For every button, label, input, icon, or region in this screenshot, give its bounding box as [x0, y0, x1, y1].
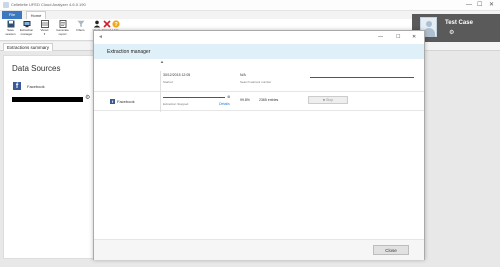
avatar-head: [426, 21, 432, 27]
tab-file[interactable]: File: [2, 11, 22, 19]
details-link[interactable]: Details: [219, 102, 230, 106]
extraction-progress-bar: [163, 97, 225, 98]
column-divider: [160, 71, 161, 91]
views-button[interactable]: Views ▾: [37, 20, 52, 41]
generate-report-button[interactable]: Generate report: [55, 20, 70, 41]
extraction-list: ▲ 30/12/2015 12:05 Started N/A Search wa…: [94, 59, 424, 239]
search-warrant-label: Search warrant number: [240, 80, 272, 84]
minimize-button[interactable]: —: [466, 1, 472, 9]
extraction-icon: [23, 21, 30, 28]
dialog-minimize-button[interactable]: —: [378, 34, 383, 40]
dialog-back-icon[interactable]: ◄: [98, 34, 103, 40]
data-source-facebook[interactable]: Facebook: [27, 84, 45, 89]
case-name: Test Case: [445, 20, 473, 26]
views-icon: [40, 20, 49, 28]
save-icon: [7, 20, 14, 28]
help-icon: ?: [111, 20, 120, 28]
app-logo-icon: [3, 2, 9, 8]
extraction-row: f Facebook ⊗ Extraction Stopped Details …: [94, 91, 424, 112]
data-sources-title: Data Sources: [12, 64, 61, 73]
dialog-titlebar: ◄ — ☐ ✕: [94, 31, 424, 44]
search-warrant-value: N/A: [240, 73, 246, 77]
dialog-title: Extraction manager: [107, 49, 151, 55]
close-window-button[interactable]: ✕: [489, 1, 494, 9]
data-source-gear-icon[interactable]: ⚙: [85, 94, 90, 101]
extraction-source: Facebook: [117, 99, 135, 104]
case-profile-panel: Test Case ⚙: [412, 14, 500, 42]
stop-extraction-button[interactable]: ■ Stop: [308, 96, 348, 104]
dialog-close-icon[interactable]: ✕: [412, 34, 416, 40]
extraction-manager-button[interactable]: Extraction manager: [19, 20, 34, 41]
extraction-manager-dialog: ◄ — ☐ ✕ Extraction manager ▲ 30/12/2015 …: [93, 30, 425, 260]
data-sources-panel: Data Sources f Facebook ⚙: [3, 55, 96, 259]
dialog-maximize-button[interactable]: ☐: [396, 34, 400, 40]
remove-extraction-icon[interactable]: ⊗: [227, 94, 230, 99]
tab-home[interactable]: Home: [26, 11, 46, 19]
dialog-header: Extraction manager: [94, 44, 424, 59]
extraction-percent: 99.8%: [240, 98, 250, 102]
extraction-progress-bar: [310, 77, 414, 78]
filters-button[interactable]: Filters: [73, 20, 88, 41]
scroll-up-icon[interactable]: ▲: [160, 59, 164, 64]
facebook-icon: f: [110, 99, 115, 104]
dialog-footer: Close: [94, 239, 424, 260]
extraction-row: 30/12/2015 12:05 Started N/A Search warr…: [94, 71, 424, 91]
facebook-icon: f: [13, 82, 21, 90]
app-titlebar: Cellebrite UFED Cloud Analyzer 4.6.0.190…: [0, 0, 500, 11]
redacted-account: [12, 97, 83, 102]
app-title: Cellebrite UFED Cloud Analyzer 4.6.0.190: [11, 2, 86, 7]
extraction-timestamp: 30/12/2015 12:05: [163, 73, 191, 77]
extraction-status: Started: [163, 80, 173, 84]
case-settings-gear-icon[interactable]: ⚙: [449, 29, 454, 36]
report-icon: [59, 20, 66, 28]
stop-label: Stop: [325, 98, 334, 102]
filter-icon: [77, 20, 84, 28]
maximize-button[interactable]: ☐: [477, 1, 482, 9]
column-divider: [160, 92, 161, 112]
close-button[interactable]: Close: [373, 245, 409, 255]
extraction-status: Extraction Stopped: [163, 102, 189, 106]
tab-extractions-summary[interactable]: Extractions summary: [3, 43, 54, 51]
extraction-entries: 2365 entries: [259, 98, 279, 102]
save-session-button[interactable]: Save session: [3, 20, 18, 41]
